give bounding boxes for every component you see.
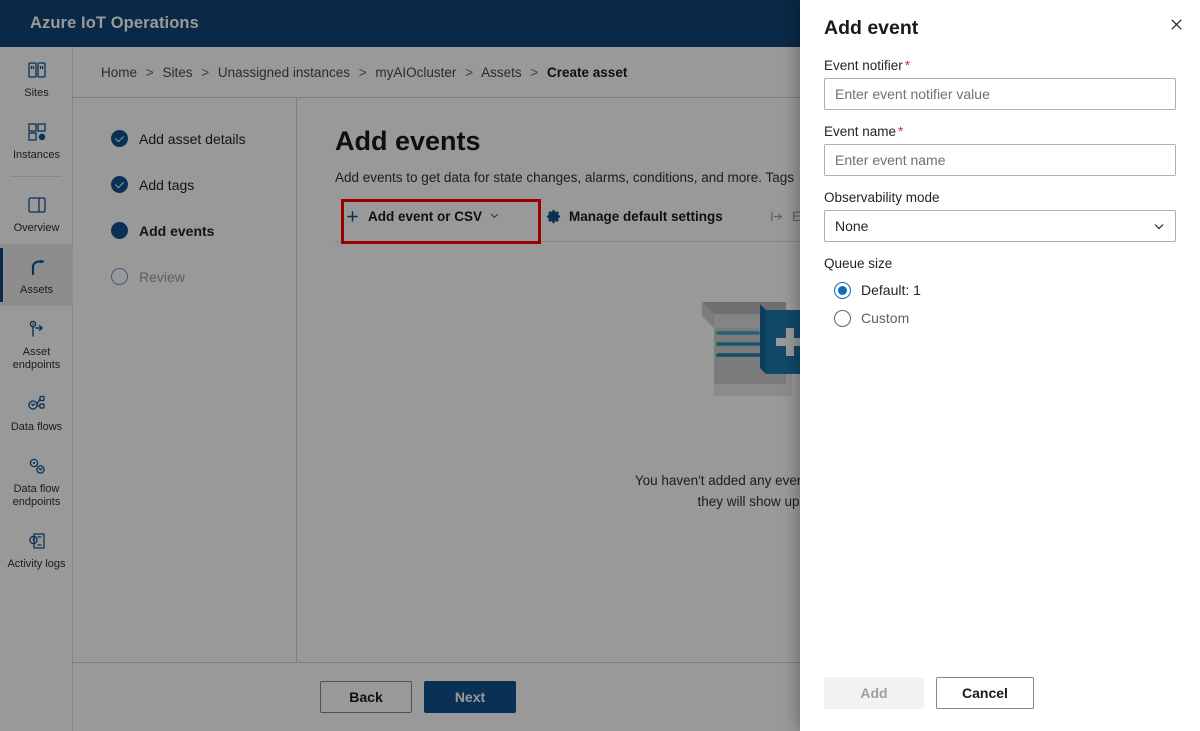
breadcrumb-item-myaiocluster[interactable]: myAIOcluster <box>375 65 456 80</box>
cancel-button[interactable]: Cancel <box>936 677 1034 709</box>
chevron-down-icon <box>489 209 500 224</box>
wizard-step-add-asset-details[interactable]: Add asset details <box>111 130 296 147</box>
sidebar-item-label: Assets <box>19 284 53 296</box>
queue-size-option-label: Default: 1 <box>861 282 921 298</box>
add-event-panel: Add event Event notifier* Event name* Ob… <box>800 0 1200 731</box>
breadcrumb-separator: > <box>201 64 210 80</box>
event-name-label-text: Event name <box>824 124 897 139</box>
sidebar-item-instances[interactable]: Instances <box>0 109 73 171</box>
sidebar-item-overview[interactable]: Overview <box>0 182 73 244</box>
queue-size-option-default[interactable]: Default: 1 <box>834 276 1176 304</box>
observability-mode-label: Observability mode <box>824 190 940 205</box>
step-complete-icon <box>111 176 128 193</box>
breadcrumb-separator: > <box>530 64 539 80</box>
app-title: Azure IoT Operations <box>30 14 199 32</box>
sidebar-item-label: Data flows <box>10 421 63 433</box>
close-icon[interactable] <box>1160 8 1192 40</box>
sidebar-item-label: Instances <box>12 149 61 161</box>
wizard-step-label: Add events <box>139 222 215 239</box>
back-button[interactable]: Back <box>320 681 412 713</box>
queue-size-radio-group: Default: 1 Custom <box>824 276 1176 332</box>
wizard-step-review[interactable]: Review <box>111 268 296 285</box>
manage-default-settings-button[interactable]: Manage default settings <box>536 200 733 232</box>
sidebar-item-assets[interactable]: Assets <box>0 244 73 306</box>
sidebar-item-label: Sites <box>24 87 49 99</box>
sidebar-item-asset-endpoints[interactable]: Asset endpoints <box>0 306 73 381</box>
queue-size-option-label: Custom <box>861 310 910 326</box>
queue-size-field: Queue size Default: 1 Custom <box>824 256 1176 332</box>
sidebar-item-sites[interactable]: Sites <box>0 47 73 109</box>
breadcrumb-separator: > <box>465 64 474 80</box>
sidebar-item-label: Activity logs <box>7 558 66 570</box>
observability-mode-select-wrapper: None <box>824 210 1176 242</box>
breadcrumb-item-unassigned-instances[interactable]: Unassigned instances <box>218 65 350 80</box>
overview-icon <box>25 193 49 217</box>
sidebar-divider <box>10 176 62 177</box>
plus-icon <box>345 209 360 224</box>
wizard-step-label: Review <box>139 268 185 285</box>
required-asterisk: * <box>898 124 904 139</box>
queue-size-option-custom[interactable]: Custom <box>834 304 1176 332</box>
wizard-step-add-tags[interactable]: Add tags <box>111 176 296 193</box>
event-name-input[interactable] <box>824 144 1176 176</box>
export-icon <box>769 209 784 224</box>
data-flows-icon <box>25 392 49 416</box>
step-current-icon <box>111 222 128 239</box>
instances-icon <box>25 120 49 144</box>
event-notifier-input[interactable] <box>824 78 1176 110</box>
event-notifier-label-text: Event notifier <box>824 58 903 73</box>
panel-title: Add event <box>824 17 919 39</box>
panel-footer: Add Cancel <box>800 659 1200 731</box>
add-event-or-csv-button[interactable]: Add event or CSV <box>335 200 510 232</box>
breadcrumb-item-create-asset: Create asset <box>547 64 628 80</box>
asset-endpoints-icon <box>25 317 49 341</box>
observability-mode-select[interactable]: None <box>824 210 1176 242</box>
add-button: Add <box>824 677 924 709</box>
breadcrumb-separator: > <box>358 64 367 80</box>
wizard-step-add-events[interactable]: Add events <box>111 222 296 239</box>
activity-logs-icon <box>25 529 49 553</box>
radio-unselected-icon <box>834 309 851 327</box>
event-notifier-field: Event notifier * <box>824 58 1176 110</box>
breadcrumb-item-home[interactable]: Home <box>101 65 137 80</box>
breadcrumb-item-sites[interactable]: Sites <box>162 65 192 80</box>
observability-mode-field: Observability mode None <box>824 190 1176 242</box>
event-notifier-label: Event notifier * <box>824 58 1176 73</box>
sidebar-item-label: Overview <box>13 222 60 234</box>
step-pending-icon <box>111 268 128 285</box>
assets-icon <box>25 255 49 279</box>
sidebar-item-activity-logs[interactable]: Activity logs <box>0 518 73 580</box>
breadcrumb-separator: > <box>145 64 154 80</box>
observability-mode-value: None <box>835 218 869 234</box>
radio-selected-icon <box>834 281 851 299</box>
event-name-label: Event name * <box>824 124 1176 139</box>
required-asterisk: * <box>904 58 911 73</box>
breadcrumb-item-assets[interactable]: Assets <box>481 65 522 80</box>
sidebar-nav: Sites Instances Overview Assets Asset en… <box>0 47 73 731</box>
panel-header: Add event <box>800 0 1200 40</box>
queue-size-label: Queue size <box>824 256 893 271</box>
step-complete-icon <box>111 130 128 147</box>
breadcrumb: Home > Sites > Unassigned instances > my… <box>101 65 627 80</box>
panel-body: Event notifier* Event name* Observabilit… <box>800 40 1200 659</box>
wizard-step-label: Add asset details <box>139 130 246 147</box>
add-event-or-csv-label: Add event or CSV <box>368 208 483 224</box>
gear-icon <box>546 209 561 224</box>
wizard-step-label: Add tags <box>139 176 195 193</box>
sidebar-item-data-flows[interactable]: Data flows <box>0 381 73 443</box>
data-flow-endpoints-icon <box>25 454 49 478</box>
sites-icon <box>25 58 49 82</box>
manage-default-settings-label: Manage default settings <box>569 208 723 224</box>
next-button[interactable]: Next <box>424 681 516 713</box>
sidebar-item-label: Data flow endpoints <box>12 483 61 508</box>
event-name-field: Event name * <box>824 124 1176 176</box>
sidebar-item-label: Asset endpoints <box>12 346 61 371</box>
sidebar-item-data-flow-endpoints[interactable]: Data flow endpoints <box>0 443 73 518</box>
wizard-steps: Add asset details Add tags Add events Re… <box>73 98 297 662</box>
